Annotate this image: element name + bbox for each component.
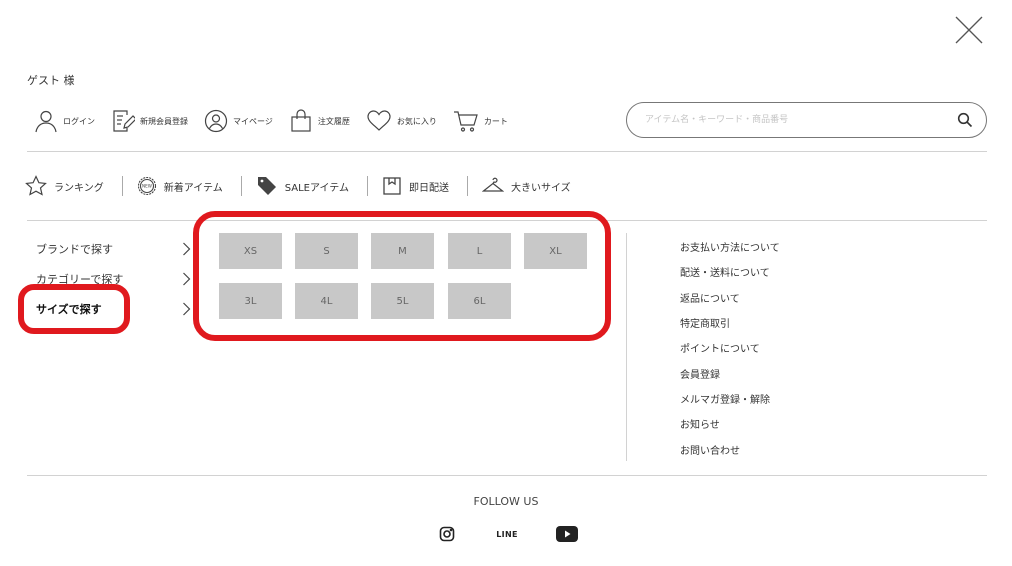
link-legal[interactable]: 特定商取引 bbox=[680, 310, 780, 335]
svg-text:NEW: NEW bbox=[142, 184, 152, 189]
heart-icon bbox=[367, 110, 391, 131]
menu-item-brand[interactable]: ブランドで探す bbox=[36, 234, 191, 264]
size-button-s[interactable]: S bbox=[295, 233, 358, 269]
box-icon bbox=[383, 177, 401, 195]
follow-us-heading: FOLLOW US bbox=[473, 495, 539, 508]
size-button-xs[interactable]: XS bbox=[219, 233, 282, 269]
bag-icon bbox=[291, 109, 311, 132]
close-button[interactable] bbox=[953, 14, 985, 46]
youtube-icon bbox=[556, 526, 578, 542]
link-payment[interactable]: お支払い方法について bbox=[680, 234, 780, 259]
search-box bbox=[626, 102, 987, 138]
search-icon[interactable] bbox=[957, 112, 973, 128]
line-link[interactable]: LINE bbox=[492, 524, 522, 544]
nav-separator bbox=[466, 176, 468, 196]
divider-bottom bbox=[27, 475, 987, 476]
sale-items-link[interactable]: SALEアイテム bbox=[256, 175, 349, 197]
large-size-link[interactable]: 大きいサイズ bbox=[481, 176, 571, 196]
mypage-link[interactable]: マイページ bbox=[204, 109, 273, 133]
sale-tag-icon bbox=[257, 177, 276, 195]
order-history-label: 注文履歴 bbox=[317, 116, 350, 126]
close-icon bbox=[955, 16, 983, 44]
register-icon bbox=[113, 110, 135, 132]
ranking-link[interactable]: ランキング bbox=[25, 175, 104, 197]
hanger-icon bbox=[481, 177, 504, 192]
cart-link[interactable]: カート bbox=[453, 109, 508, 133]
search-menu: ブランドで探す カテゴリーで探す サイズで探す bbox=[36, 234, 191, 324]
size-button-l[interactable]: L bbox=[448, 233, 511, 269]
register-link[interactable]: 新規会員登録 bbox=[111, 109, 188, 133]
new-items-label: 新着アイテム bbox=[163, 182, 223, 194]
mypage-label: マイページ bbox=[233, 116, 273, 126]
menu-item-size[interactable]: サイズで探す bbox=[36, 294, 191, 324]
register-label: 新規会員登録 bbox=[140, 116, 188, 126]
nav-separator bbox=[366, 176, 368, 196]
divider-top bbox=[27, 151, 987, 152]
info-links: お支払い方法について 配送・送料について 返品について 特定商取引 ポイントにつ… bbox=[680, 234, 780, 462]
size-panel-highlight bbox=[193, 211, 611, 341]
menu-item-label: サイズで探す bbox=[36, 303, 102, 316]
sale-items-label: SALEアイテム bbox=[284, 182, 349, 194]
link-points[interactable]: ポイントについて bbox=[680, 335, 780, 360]
login-link[interactable]: ログイン bbox=[34, 109, 95, 133]
size-button-5l[interactable]: 5L bbox=[371, 283, 434, 319]
nav-separator bbox=[240, 176, 242, 196]
nav-separator bbox=[121, 176, 123, 196]
person-icon bbox=[35, 110, 57, 133]
instagram-link[interactable] bbox=[438, 524, 456, 544]
guest-greeting: ゲスト 様 bbox=[27, 74, 75, 87]
size-button-xl[interactable]: XL bbox=[524, 233, 587, 269]
user-nav: ログイン 新規会員登録 マイページ 注文履歴 お気に入り カート bbox=[34, 106, 524, 136]
chevron-right-icon bbox=[183, 302, 191, 316]
size-button-6l[interactable]: 6L bbox=[448, 283, 511, 319]
login-label: ログイン bbox=[63, 116, 95, 126]
chevron-right-icon bbox=[183, 272, 191, 286]
social-links: LINE bbox=[438, 524, 578, 544]
menu-item-label: ブランドで探す bbox=[36, 243, 113, 256]
new-items-link[interactable]: NEW 新着アイテム bbox=[137, 176, 223, 196]
cart-icon bbox=[453, 111, 478, 132]
ranking-label: ランキング bbox=[54, 182, 104, 194]
size-button-3l[interactable]: 3L bbox=[219, 283, 282, 319]
link-news[interactable]: お知らせ bbox=[680, 411, 780, 436]
link-membership[interactable]: 会員登録 bbox=[680, 360, 780, 385]
search-input[interactable] bbox=[645, 112, 945, 128]
new-badge-icon: NEW bbox=[137, 176, 156, 196]
menu-item-category[interactable]: カテゴリーで探す bbox=[36, 264, 191, 294]
youtube-link[interactable] bbox=[555, 524, 579, 544]
link-shipping[interactable]: 配送・送料について bbox=[680, 259, 780, 284]
category-nav: ランキング NEW 新着アイテム SALEアイテム 即日配送 大きいサイズ bbox=[25, 172, 571, 200]
menu-item-label: カテゴリーで探す bbox=[36, 273, 124, 286]
instagram-icon bbox=[439, 526, 455, 542]
size-button-4l[interactable]: 4L bbox=[295, 283, 358, 319]
link-returns[interactable]: 返品について bbox=[680, 285, 780, 310]
cart-label: カート bbox=[483, 116, 508, 126]
order-history-link[interactable]: 注文履歴 bbox=[289, 109, 350, 133]
mypage-icon bbox=[204, 109, 228, 133]
favorites-link[interactable]: お気に入り bbox=[366, 109, 437, 133]
column-divider bbox=[626, 233, 627, 461]
divider-middle bbox=[27, 220, 987, 221]
line-label: LINE bbox=[496, 529, 518, 539]
chevron-right-icon bbox=[183, 242, 191, 256]
size-button-m[interactable]: M bbox=[371, 233, 434, 269]
same-day-link[interactable]: 即日配送 bbox=[382, 176, 449, 196]
same-day-label: 即日配送 bbox=[408, 182, 449, 194]
link-contact[interactable]: お問い合わせ bbox=[680, 436, 780, 461]
favorites-label: お気に入り bbox=[396, 116, 437, 126]
large-size-label: 大きいサイズ bbox=[510, 182, 571, 194]
star-icon bbox=[25, 175, 47, 196]
link-newsletter[interactable]: メルマガ登録・解除 bbox=[680, 386, 780, 411]
